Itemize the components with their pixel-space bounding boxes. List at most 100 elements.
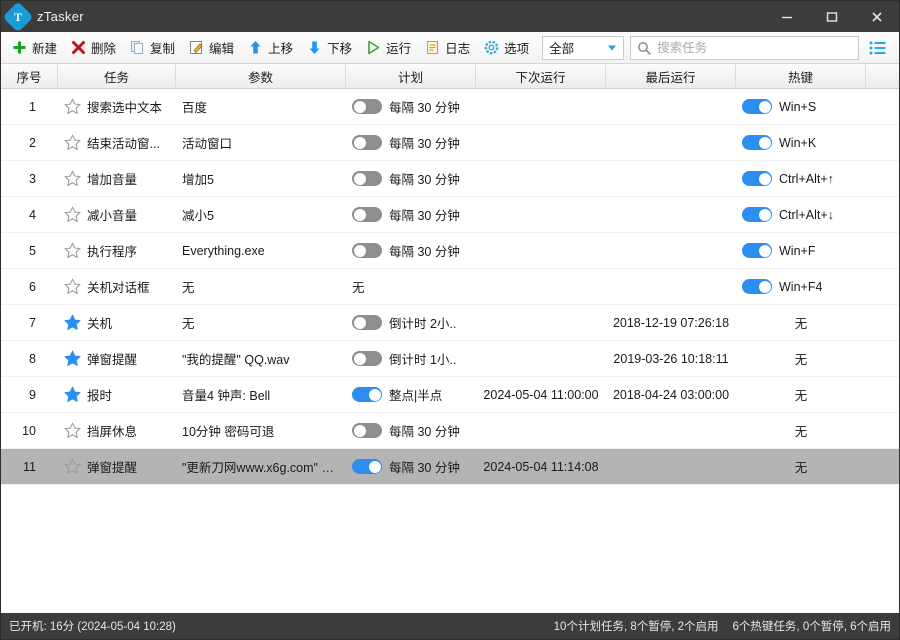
cell-last-run: 2018-12-19 07:26:18 xyxy=(612,315,730,330)
main-toolbar: 新建 删除 复制 编辑 上移 下移 运行 日志 选项 全部 搜索任务 xyxy=(1,32,899,64)
star-outline-icon[interactable] xyxy=(64,278,81,295)
table-row[interactable]: 6 关机对话框 无 无 Win+F4 xyxy=(1,269,899,305)
hotkey-label: 无 xyxy=(794,317,808,331)
task-table: 序号 任务 参数 计划 下次运行 最后运行 热键 1 搜索选中文本 百度 每隔 30 分钟 Win+… xyxy=(1,64,899,613)
column-header-last[interactable]: 最后运行 xyxy=(606,64,736,88)
table-row[interactable]: 1 搜索选中文本 百度 每隔 30 分钟 Win+S xyxy=(1,89,899,125)
move-up-button[interactable]: 上移 xyxy=(241,35,300,61)
cell-index: 4 xyxy=(29,207,36,222)
hotkey-label: 无 xyxy=(794,425,808,439)
scheduled-task-summary: 10个计划任务, 8个暂停, 2个启用 xyxy=(553,621,719,633)
cell-spacer xyxy=(866,125,899,160)
column-header-args[interactable]: 参数 xyxy=(176,64,346,88)
star-outline-icon[interactable] xyxy=(64,98,81,115)
cell-next-run: 2024-05-04 11:00:00 xyxy=(483,387,599,402)
plan-toggle[interactable] xyxy=(352,207,382,222)
hotkey-toggle[interactable] xyxy=(742,243,772,258)
cell-parameters: 10分钟 密码可退 xyxy=(176,413,346,448)
search-input[interactable] xyxy=(657,40,852,55)
table-row[interactable]: 9 报时 音量4 钟声: Bell 整点|半点 2024-05-04 11:00:00 2… xyxy=(1,377,899,413)
column-header-plan[interactable]: 计划 xyxy=(346,64,476,88)
cell-index: 10 xyxy=(22,423,36,438)
hotkey-label: Win+F xyxy=(779,243,816,258)
move-down-button[interactable]: 下移 xyxy=(300,35,359,61)
cell-task: 结束活动窗... xyxy=(58,125,176,160)
log-button[interactable]: 日志 xyxy=(418,35,477,61)
column-header-end[interactable] xyxy=(866,64,899,88)
options-button[interactable]: 选项 xyxy=(477,35,536,61)
list-view-button[interactable] xyxy=(863,35,893,61)
table-row[interactable]: 5 执行程序 Everything.exe 每隔 30 分钟 Win+F xyxy=(1,233,899,269)
filter-dropdown[interactable]: 全部 xyxy=(542,35,625,60)
column-header-idx[interactable]: 序号 xyxy=(1,64,58,88)
toggle-knob xyxy=(353,100,366,113)
gear-options-icon xyxy=(484,40,499,55)
table-row[interactable]: 2 结束活动窗... 活动窗口 每隔 30 分钟 Win+K xyxy=(1,125,899,161)
new-task-button[interactable]: 新建 xyxy=(5,35,64,61)
edit-task-button[interactable]: 编辑 xyxy=(182,35,241,61)
cell-plan: 倒计时 1小.. xyxy=(346,341,476,376)
plan-toggle[interactable] xyxy=(352,387,382,402)
table-row[interactable]: 3 增加音量 增加5 每隔 30 分钟 Ctrl+Alt+↑ xyxy=(1,161,899,197)
delete-task-button[interactable]: 删除 xyxy=(64,35,123,61)
cell-spacer xyxy=(866,305,899,340)
uptime-status: 已开机: 16分 (2024-05-04 10:28) xyxy=(9,621,176,633)
edit-pencil-icon xyxy=(189,40,204,55)
star-outline-icon[interactable] xyxy=(64,242,81,259)
parameters-label: Everything.exe xyxy=(182,243,265,258)
star-filled-icon[interactable] xyxy=(64,350,81,367)
search-box[interactable] xyxy=(630,35,859,60)
toggle-knob xyxy=(353,208,366,221)
cell-next-run xyxy=(476,89,606,124)
task-name-label: 搜索选中文本 xyxy=(87,101,163,115)
cell-parameters: 增加5 xyxy=(176,161,346,196)
arrow-down-icon xyxy=(307,40,322,55)
column-header-next[interactable]: 下次运行 xyxy=(476,64,606,88)
star-outline-icon[interactable] xyxy=(64,134,81,151)
cell-index: 2 xyxy=(29,135,36,150)
plan-toggle[interactable] xyxy=(352,459,382,474)
parameters-label: 百度 xyxy=(182,101,208,115)
plan-toggle[interactable] xyxy=(352,315,382,330)
star-outline-icon[interactable] xyxy=(64,422,81,439)
arrow-up-icon xyxy=(248,40,263,55)
cell-parameters: 百度 xyxy=(176,89,346,124)
hotkey-toggle[interactable] xyxy=(742,279,772,294)
star-filled-icon[interactable] xyxy=(64,314,81,331)
table-row[interactable]: 11 弹窗提醒 "更新刀网www.x6g.com" 无... 每隔 30 分钟 2024… xyxy=(1,449,899,485)
cell-task: 增加音量 xyxy=(58,161,176,196)
table-row[interactable]: 10 挡屏休息 10分钟 密码可退 每隔 30 分钟 无 xyxy=(1,413,899,449)
close-button[interactable] xyxy=(854,1,899,32)
cell-last-run xyxy=(606,197,736,232)
log-clipboard-icon xyxy=(425,40,440,55)
star-outline-icon[interactable] xyxy=(64,170,81,187)
cell-next-run: 2024-05-04 11:14:08 xyxy=(483,459,599,474)
plan-toggle[interactable] xyxy=(352,423,382,438)
star-outline-icon[interactable] xyxy=(64,206,81,223)
cell-hotkey: Win+F4 xyxy=(736,269,866,304)
table-row[interactable]: 4 减小音量 减小5 每隔 30 分钟 Ctrl+Alt+↓ xyxy=(1,197,899,233)
plan-toggle[interactable] xyxy=(352,135,382,150)
maximize-button[interactable] xyxy=(809,1,854,32)
table-row[interactable]: 8 弹窗提醒 "我的提醒" QQ.wav 倒计时 1小.. 2019-03-26 10:… xyxy=(1,341,899,377)
cell-task: 搜索选中文本 xyxy=(58,89,176,124)
plan-toggle[interactable] xyxy=(352,243,382,258)
table-row[interactable]: 7 关机 无 倒计时 2小.. 2018-12-19 07:26:18 无 xyxy=(1,305,899,341)
toggle-knob xyxy=(353,316,366,329)
star-filled-icon[interactable] xyxy=(64,386,81,403)
plan-toggle[interactable] xyxy=(352,351,382,366)
run-task-button[interactable]: 运行 xyxy=(359,35,418,61)
hotkey-toggle[interactable] xyxy=(742,99,772,114)
cell-index: 3 xyxy=(29,171,36,186)
column-header-task[interactable]: 任务 xyxy=(58,64,176,88)
star-outline-icon[interactable] xyxy=(64,458,81,475)
column-header-key[interactable]: 热键 xyxy=(736,64,866,88)
hotkey-toggle[interactable] xyxy=(742,207,772,222)
plan-toggle[interactable] xyxy=(352,99,382,114)
minimize-button[interactable] xyxy=(764,1,809,32)
hotkey-toggle[interactable] xyxy=(742,171,772,186)
plan-toggle[interactable] xyxy=(352,171,382,186)
copy-task-button[interactable]: 复制 xyxy=(123,35,182,61)
hotkey-toggle[interactable] xyxy=(742,135,772,150)
cell-next-run xyxy=(476,413,606,448)
